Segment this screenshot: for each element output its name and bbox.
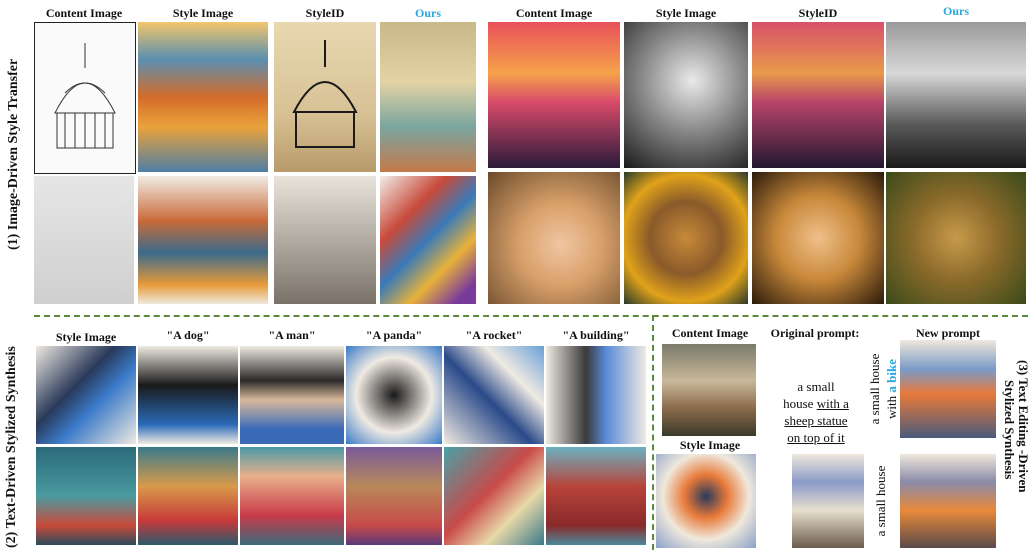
s2-sketch-panda	[346, 346, 442, 444]
original-prompt-underline1: with a	[816, 396, 849, 411]
s3-content-image-house	[662, 344, 756, 436]
styleid-sunset-car-result	[752, 22, 884, 168]
s2-cartoon-dog	[138, 447, 238, 545]
s2-header-dog: "A dog"	[166, 328, 210, 342]
s2-cartoon-building	[546, 447, 646, 545]
style-image-bw-woman	[624, 22, 748, 168]
s2-cartoon-panda	[346, 447, 442, 545]
divider-vertical	[652, 315, 654, 550]
s1r-header-styleid: StyleID	[798, 6, 838, 20]
s3-header-original: Original prompt:	[770, 326, 860, 340]
s2-sketch-rocket	[444, 346, 544, 444]
s3-original-house-result	[792, 454, 864, 548]
original-prompt-underline3: on top of it	[787, 430, 845, 445]
s1r-header-ours: Ours	[942, 4, 969, 18]
ours-sunset-car-result	[886, 22, 1026, 168]
s3-new-house-bike	[900, 340, 996, 438]
s1r-header-style: Style Image	[655, 6, 717, 20]
original-prompt-house: house	[783, 396, 814, 411]
content-image-sunset-car	[488, 22, 620, 168]
s2-sketch-man	[240, 346, 344, 444]
content-image-dome-sketch	[34, 22, 136, 174]
s2-header-rocket: "A rocket"	[465, 328, 523, 342]
section2-label: (2) Text-Driven Stylized Synthesis	[4, 346, 19, 548]
section1-label: (1) Image-Driven Style Transfer	[6, 58, 21, 250]
content-image-dog-sketch	[34, 176, 134, 304]
styleid-dog-result	[274, 176, 376, 304]
new-prompt-2: a small house	[873, 465, 888, 537]
new-prompt-1-line1: a small house	[867, 353, 882, 425]
s2-sketch-dog	[138, 346, 238, 444]
s1-header-style: Style Image	[172, 6, 234, 20]
section3-label-line1: (3) Text Editing -Driven	[1016, 360, 1031, 493]
ours-woman-result	[886, 172, 1026, 304]
section3-label-line2: Stylized Synthesis	[1002, 380, 1017, 480]
style-image-painted-man	[624, 172, 748, 304]
divider-horizontal	[34, 315, 1028, 317]
s3-header-style: Style Image	[679, 438, 741, 452]
s3-header-content: Content Image	[671, 326, 749, 340]
s3-style-image-abstract	[656, 454, 756, 548]
s2-header-building: "A building"	[562, 328, 630, 342]
s2-style-image-sketch-woman	[36, 346, 136, 444]
new-prompt-1-with: with	[884, 395, 899, 419]
styleid-woman-result	[752, 172, 884, 304]
s1-header-content: Content Image	[45, 6, 123, 20]
original-prompt-line2: house with a	[764, 395, 868, 412]
ours-dog-result	[380, 176, 476, 304]
styleid-dome-result	[274, 22, 376, 172]
content-image-woman-portrait	[488, 172, 620, 304]
original-prompt-text: a small house with a sheep statue on top…	[764, 378, 868, 446]
new-prompt-1-line2: with a bike	[883, 336, 900, 442]
new-prompt-1-highlight: a bike	[884, 359, 899, 393]
s1r-header-content: Content Image	[515, 6, 593, 20]
new-prompt-1: a small house with a bike	[866, 336, 900, 442]
style-image-colorful-person	[138, 176, 268, 304]
s3-header-new: New prompt	[915, 326, 981, 340]
ours-dome-result	[380, 22, 476, 172]
s1-header-styleid: StyleID	[305, 6, 345, 20]
style-image-autumn-church	[138, 22, 268, 172]
s3-new-house-plain	[900, 454, 996, 548]
s2-header-panda: "A panda"	[365, 328, 423, 342]
s2-style-image-cartoon-monsters	[36, 447, 136, 545]
s2-header-style: Style Image	[55, 330, 117, 344]
s2-header-man: "A man"	[268, 328, 316, 342]
original-prompt-underline2: sheep statue	[784, 413, 848, 428]
s2-cartoon-man	[240, 447, 344, 545]
s2-cartoon-rocket	[444, 447, 544, 545]
s1-header-ours: Ours	[414, 6, 441, 20]
s2-sketch-building	[546, 346, 646, 444]
original-prompt-line1: a small	[797, 379, 835, 394]
